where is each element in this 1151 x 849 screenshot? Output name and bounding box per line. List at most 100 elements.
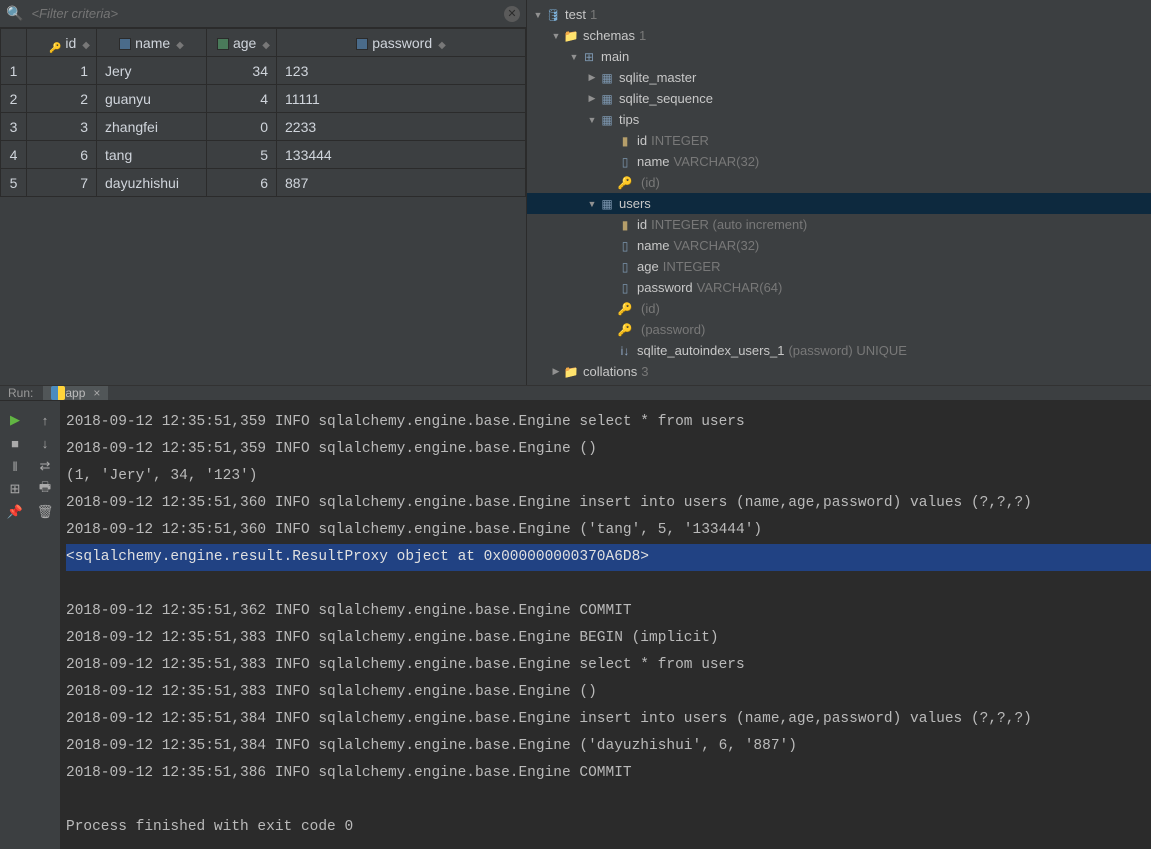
cell-name[interactable]: guanyu <box>97 85 207 113</box>
tree-toggle-icon: ▼ <box>549 31 563 41</box>
rerun-button[interactable]: ▶ <box>5 410 25 430</box>
row-number: 5 <box>1 169 27 197</box>
table-row[interactable]: 33zhangfei02233 <box>1 113 526 141</box>
column-header-id[interactable]: id◆ <box>27 29 97 57</box>
row-number: 3 <box>1 113 27 141</box>
cell-id[interactable]: 2 <box>27 85 97 113</box>
down-button[interactable]: ↓ <box>35 433 55 453</box>
data-grid[interactable]: id◆name◆age◆password◆ 11Jery3412322guany… <box>0 28 526 197</box>
tree-table[interactable]: ▶▦sqlite_master <box>527 67 1151 88</box>
tree-database[interactable]: ▼🛢test1 <box>527 4 1151 25</box>
tree-label: schemas <box>583 28 635 43</box>
layout-button[interactable]: ⊞ <box>5 479 25 499</box>
pin-button[interactable]: 📌 <box>5 502 25 522</box>
tree-meta: 3 <box>641 364 648 379</box>
tree-column[interactable]: ▯ageINTEGER <box>527 256 1151 277</box>
console-output[interactable]: 2018-09-12 12:35:51,359 INFO sqlalchemy.… <box>60 401 1151 849</box>
column-icon <box>356 38 368 50</box>
cell-password[interactable]: 887 <box>277 169 526 197</box>
cell-password[interactable]: 2233 <box>277 113 526 141</box>
cell-id[interactable]: 1 <box>27 57 97 85</box>
tree-column[interactable]: ▯nameVARCHAR(32) <box>527 151 1151 172</box>
tree-column[interactable]: ▮idINTEGER (auto increment) <box>527 214 1151 235</box>
tree-column[interactable]: i↓sqlite_autoindex_users_1(password) UNI… <box>527 340 1151 361</box>
cell-password[interactable]: 123 <box>277 57 526 85</box>
tree-meta: (password) UNIQUE <box>788 343 906 358</box>
cell-name[interactable]: zhangfei <box>97 113 207 141</box>
sort-icon: ◆ <box>176 40 184 51</box>
column-header-name[interactable]: name◆ <box>97 29 207 57</box>
tree-meta: 1 <box>590 7 597 22</box>
print-button[interactable]: 🖶 <box>35 479 55 499</box>
tree-column[interactable]: ▯nameVARCHAR(32) <box>527 235 1151 256</box>
tree-meta: VARCHAR(32) <box>674 154 760 169</box>
table-row[interactable]: 57dayuzhishui6887 <box>1 169 526 197</box>
up-button[interactable]: ↑ <box>35 410 55 430</box>
close-tab-button[interactable]: × <box>93 386 100 400</box>
tree-meta: (id) <box>641 175 660 190</box>
tree-label: sqlite_master <box>619 70 696 85</box>
key-column-icon: ▮ <box>617 134 633 148</box>
table-row[interactable]: 46tang5133444 <box>1 141 526 169</box>
cell-name[interactable]: dayuzhishui <box>97 169 207 197</box>
clear-filter-button[interactable]: ✕ <box>504 6 520 22</box>
column-icon: ▯ <box>617 239 633 253</box>
column-icon: ▯ <box>617 281 633 295</box>
cell-id[interactable]: 3 <box>27 113 97 141</box>
cell-id[interactable]: 7 <box>27 169 97 197</box>
database-icon: 🛢 <box>545 8 561 22</box>
stop-button[interactable]: ■ <box>5 433 25 453</box>
tree-column[interactable]: ▮idINTEGER <box>527 130 1151 151</box>
column-icon <box>217 38 229 50</box>
tree-toggle-icon: ▶ <box>585 72 599 83</box>
tree-column[interactable]: 🔑(password) <box>527 319 1151 340</box>
tree-table[interactable]: ▶▦sqlite_sequence <box>527 88 1151 109</box>
cell-name[interactable]: Jery <box>97 57 207 85</box>
tree-table-users[interactable]: ▼▦users <box>527 193 1151 214</box>
row-number: 1 <box>1 57 27 85</box>
console-line: 2018-09-12 12:35:51,362 INFO sqlalchemy.… <box>66 603 632 619</box>
cell-password[interactable]: 133444 <box>277 141 526 169</box>
tree-column[interactable]: 🔑(id) <box>527 172 1151 193</box>
column-header-password[interactable]: password◆ <box>277 29 526 57</box>
tree-toggle-icon: ▶ <box>549 366 563 377</box>
tree-label: sqlite_sequence <box>619 91 713 106</box>
tree-schemas[interactable]: ▼📁schemas1 <box>527 25 1151 46</box>
tree-schema-main[interactable]: ▼⊞main <box>527 46 1151 67</box>
filter-input[interactable] <box>27 6 504 21</box>
console-line: 2018-09-12 12:35:51,359 INFO sqlalchemy.… <box>66 441 597 457</box>
cell-id[interactable]: 6 <box>27 141 97 169</box>
tree-meta: (id) <box>641 301 660 316</box>
table-row[interactable]: 11Jery34123 <box>1 57 526 85</box>
table-row[interactable]: 22guanyu411111 <box>1 85 526 113</box>
cell-age[interactable]: 0 <box>207 113 277 141</box>
pause-button[interactable]: ‖ <box>5 456 25 476</box>
wrap-button[interactable]: ⇄ <box>35 456 55 476</box>
cell-age[interactable]: 6 <box>207 169 277 197</box>
console-line: <sqlalchemy.engine.result.ResultProxy ob… <box>66 544 1151 571</box>
tree-label: id <box>637 217 647 232</box>
tree-label: password <box>637 280 693 295</box>
cell-age[interactable]: 5 <box>207 141 277 169</box>
tree-toggle-icon: ▼ <box>585 115 599 125</box>
tree-toggle-icon: ▶ <box>585 93 599 104</box>
key-column-icon: ▮ <box>617 218 633 232</box>
column-icon: ▯ <box>617 155 633 169</box>
cell-name[interactable]: tang <box>97 141 207 169</box>
sort-icon: ◆ <box>438 40 446 51</box>
cell-age[interactable]: 34 <box>207 57 277 85</box>
key-icon: 🔑 <box>617 323 633 337</box>
trash-button[interactable]: 🗑 <box>35 502 55 522</box>
cell-age[interactable]: 4 <box>207 85 277 113</box>
console-line: 2018-09-12 12:35:51,386 INFO sqlalchemy.… <box>66 765 632 781</box>
column-header-age[interactable]: age◆ <box>207 29 277 57</box>
tree-column[interactable]: 🔑(id) <box>527 298 1151 319</box>
column-icon: ▯ <box>617 260 633 274</box>
tree-column[interactable]: ▯passwordVARCHAR(64) <box>527 277 1151 298</box>
cell-password[interactable]: 11111 <box>277 85 526 113</box>
run-tab[interactable]: app × <box>43 386 108 400</box>
tree-collations[interactable]: ▶📁collations3 <box>527 361 1151 382</box>
tree-label: sqlite_autoindex_users_1 <box>637 343 784 358</box>
row-number: 2 <box>1 85 27 113</box>
tree-table-tips[interactable]: ▼▦tips <box>527 109 1151 130</box>
